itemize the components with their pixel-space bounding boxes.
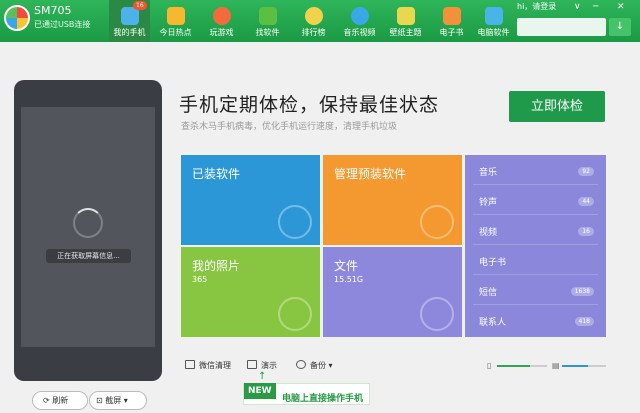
nav-games[interactable]: 玩游戏 [201, 0, 242, 42]
photo-icon [278, 297, 312, 331]
demo-button[interactable]: 演示 [247, 360, 277, 371]
nav-label: 玩游戏 [209, 28, 234, 37]
page-subtitle: 查杀木马手机病毒，优化手机运行速度，清理手机垃圾 [181, 122, 398, 132]
divider [473, 304, 598, 305]
login-link[interactable]: hi，请登录 [517, 1, 556, 12]
play-icon [350, 7, 369, 25]
nav-music-video[interactable]: 音乐视频 [339, 0, 380, 42]
medal-icon [304, 7, 323, 25]
broom-icon [185, 360, 195, 369]
nav-rankings[interactable]: 排行榜 [293, 0, 334, 42]
refresh-icon: ⟳ [43, 396, 50, 405]
count-badge: 16 [578, 227, 594, 236]
nav-label: 壁纸主题 [389, 28, 422, 37]
new-tag: NEW [244, 383, 276, 399]
wallpaper-icon [396, 7, 415, 25]
count-badge: 92 [578, 167, 594, 176]
photo-count: 365 [192, 275, 208, 284]
app-store-icon [258, 7, 277, 25]
media-item-sms[interactable]: 短信 [479, 285, 497, 298]
nav-ebooks[interactable]: 电子书 [431, 0, 472, 42]
cloud-icon [296, 360, 306, 369]
divider [473, 274, 598, 275]
media-item-contacts[interactable]: 联系人 [479, 315, 506, 328]
tile-title: 管理预装软件 [334, 167, 407, 181]
phone-storage-bar [497, 365, 547, 367]
wechat-clean-button[interactable]: 微信清理 [185, 360, 231, 371]
sd-storage-fill [562, 365, 589, 367]
gamepad-icon [212, 7, 231, 25]
nav-label: 音乐视频 [343, 28, 376, 37]
device-name[interactable]: SM705 [34, 4, 71, 17]
demo-label: 演示 [261, 361, 277, 370]
app-grid-icon [278, 205, 312, 239]
tile-my-photos[interactable]: 我的照片 365 [181, 247, 320, 337]
nav-today-hot[interactable]: 今日热点 [155, 0, 196, 42]
tile-installed-apps[interactable]: 已装软件 [181, 155, 320, 245]
dropdown-menu-icon[interactable]: ∨ [574, 2, 581, 12]
device-connection-status: 已通过USB连接 [34, 20, 91, 29]
nav-label: 排行榜 [301, 28, 326, 37]
folder-icon [420, 297, 454, 331]
screen-loading-text: 正在获取屏幕信息... [46, 249, 131, 263]
close-icon[interactable]: ✕ [617, 2, 625, 12]
phone-storage-icon: ▯ [487, 361, 492, 370]
count-badge: 418 [574, 317, 594, 326]
screenshot-label: 截屏 [105, 396, 122, 405]
divider [473, 214, 598, 215]
media-item-ebooks[interactable]: 电子书 [479, 255, 506, 268]
phone-storage-fill [497, 365, 530, 367]
nav-find-software[interactable]: 找软件 [247, 0, 288, 42]
screenshot-button[interactable]: ⊡ 截屏 ▾ [89, 391, 147, 410]
crop-icon: ⊡ [96, 396, 103, 405]
count-badge: 1638 [570, 287, 594, 296]
nav-label: 电脑软件 [477, 28, 510, 37]
chevron-down-icon: ▾ [328, 361, 333, 370]
refresh-button[interactable]: ⟳ 刷新 [32, 391, 88, 410]
nav-wallpaper[interactable]: 壁纸主题 [385, 0, 426, 42]
search-input[interactable] [517, 18, 606, 36]
promo-text[interactable]: 电脑上直接操作手机 [282, 391, 363, 404]
wechat-clean-label: 微信清理 [199, 361, 231, 370]
screen-icon [247, 360, 257, 369]
nav-pc-software[interactable]: 电脑软件 [473, 0, 514, 42]
nav-label: 我的手机 [113, 28, 146, 37]
media-item-music[interactable]: 音乐 [479, 165, 497, 178]
nav-label: 今日热点 [159, 28, 192, 37]
loading-spinner-icon [73, 208, 103, 238]
sd-storage-bar [562, 365, 606, 367]
count-badge: 44 [578, 197, 594, 206]
refresh-label: 刷新 [52, 396, 69, 405]
media-panel: 音乐 92 铃声 44 视频 16 电子书 短信 1638 联系人 418 [465, 155, 606, 337]
media-item-ringtones[interactable]: 铃声 [479, 195, 497, 208]
tile-title: 文件 [334, 259, 359, 273]
top-navigation-bar: SM705 已通过USB连接 我的手机 16 今日热点 玩游戏 找软件 排行榜 … [0, 0, 640, 42]
arrow-up-icon: ↑ [258, 371, 267, 382]
nav-notification-badge: 16 [133, 1, 147, 10]
book-icon [442, 7, 461, 25]
nav-label: 找软件 [255, 28, 280, 37]
star-icon [166, 7, 185, 25]
tile-title: 已装软件 [192, 167, 241, 181]
backup-button[interactable]: 备份 ▾ [296, 360, 333, 371]
check-now-button[interactable]: 立即体检 [509, 91, 605, 122]
page-title: 手机定期体检，保持最佳状态 [179, 94, 440, 116]
backup-label: 备份 [310, 361, 326, 370]
sd-card-icon: ▤ [552, 361, 560, 370]
minimize-icon[interactable]: ─ [593, 2, 598, 12]
tile-files[interactable]: 文件 15.51G [323, 247, 462, 337]
files-size: 15.51G [334, 275, 364, 284]
tile-preinstalled-apps[interactable]: 管理预装软件 [323, 155, 462, 245]
chevron-down-icon: ▾ [123, 396, 128, 405]
computer-apps-icon [484, 7, 503, 25]
nav-label: 电子书 [439, 28, 464, 37]
divider [473, 244, 598, 245]
app-logo-icon [4, 5, 30, 31]
wrench-icon [420, 205, 454, 239]
tile-title: 我的照片 [192, 259, 241, 273]
download-icon[interactable]: ↓ [609, 18, 631, 36]
divider [473, 184, 598, 185]
media-item-videos[interactable]: 视频 [479, 225, 497, 238]
